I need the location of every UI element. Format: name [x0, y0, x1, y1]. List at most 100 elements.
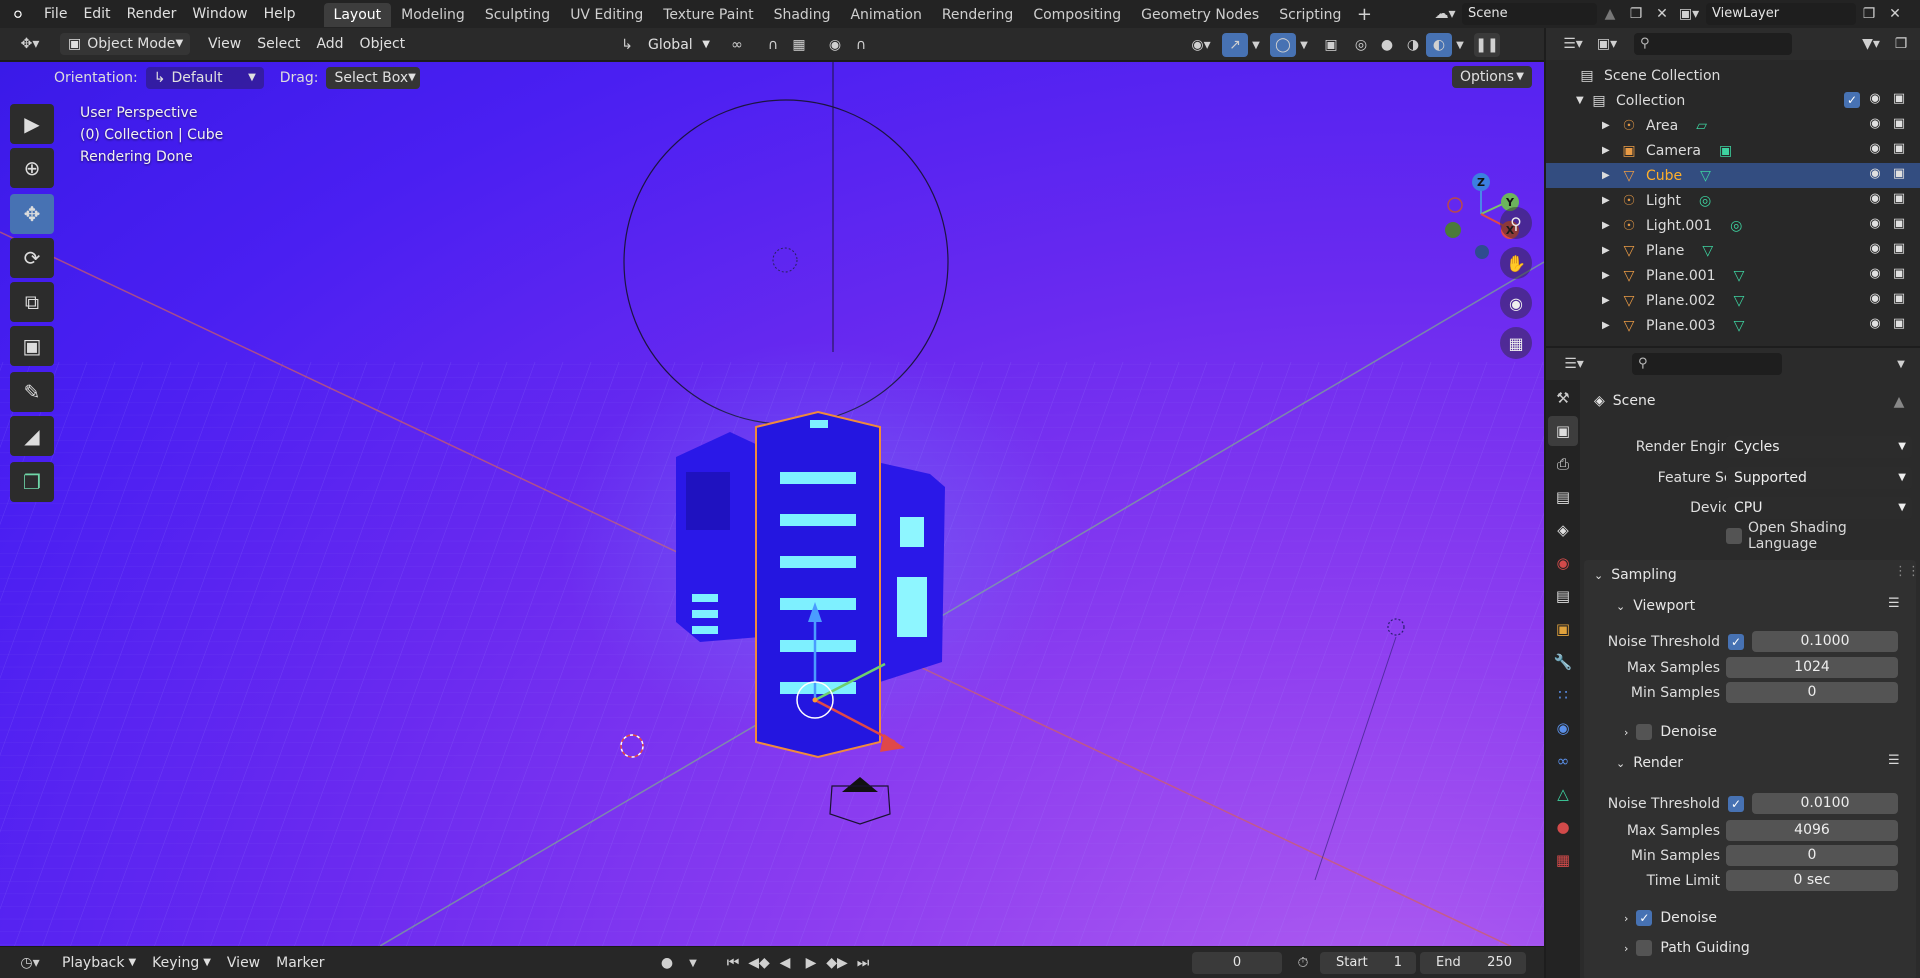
scene-collection-row[interactable]: ▤ Scene Collection: [1546, 63, 1920, 88]
osl-checkbox[interactable]: [1726, 528, 1742, 544]
filter-icon[interactable]: ▼▾: [1854, 32, 1888, 56]
keying-menu[interactable]: Keying ▼: [144, 952, 219, 974]
render-camera-icon[interactable]: ▣: [1890, 166, 1908, 184]
tab-uv-editing[interactable]: UV Editing: [560, 3, 653, 27]
zoom-icon[interactable]: ⚲: [1500, 207, 1532, 239]
feature-set-dropdown[interactable]: Supported ▼: [1726, 467, 1912, 489]
playback-menu[interactable]: Playback ▼: [54, 952, 144, 974]
outliner-item[interactable]: ▶ ▽ Cube ▽ ◉ ▣: [1546, 163, 1920, 188]
expand-arrow-icon[interactable]: ▶: [1602, 145, 1620, 156]
render-camera-icon[interactable]: ▣: [1890, 291, 1908, 309]
view-layer-field[interactable]: ViewLayer: [1706, 3, 1856, 25]
mesh-data-icon[interactable]: ▽: [1734, 268, 1745, 284]
rendered-shading-icon[interactable]: ◐: [1426, 33, 1452, 57]
jump-start-icon[interactable]: ⏮: [720, 951, 746, 975]
render-denoise-header[interactable]: › ✓ Denoise: [1624, 905, 1717, 931]
eye-icon[interactable]: ◉: [1866, 291, 1884, 309]
view-layer-selector-icon[interactable]: ▣▾: [1672, 2, 1706, 26]
timeline-view-menu[interactable]: View: [219, 952, 268, 974]
play-reverse-icon[interactable]: ◀: [772, 951, 798, 975]
mesh-data-icon[interactable]: ▽: [1734, 293, 1745, 309]
expand-arrow-icon[interactable]: ▶: [1602, 270, 1620, 281]
render-camera-icon[interactable]: ▣: [1890, 266, 1908, 284]
eye-icon[interactable]: ◉: [1866, 191, 1884, 209]
viewport-noise-threshold-field[interactable]: 0.1000: [1752, 631, 1898, 652]
3d-viewport[interactable]: Z Y X Orientation: ↳ Default ▼ Drag: Sel…: [0, 62, 1544, 946]
expand-arrow-icon[interactable]: ▶: [1602, 295, 1620, 306]
add-cube-tool-icon[interactable]: ❐: [10, 462, 54, 502]
object-tab-icon[interactable]: ▣: [1548, 614, 1578, 644]
proportional-editing-icon[interactable]: ◉: [822, 33, 848, 57]
snap-icon[interactable]: ∩: [760, 33, 786, 57]
outliner-item[interactable]: ▶ ☉ Area ▱ ◉ ▣: [1546, 113, 1920, 138]
options-dropdown[interactable]: Options ▼: [1452, 66, 1532, 88]
tab-sculpting[interactable]: Sculpting: [475, 3, 560, 27]
tab-layout[interactable]: Layout: [323, 3, 392, 27]
material-shading-icon[interactable]: ◑: [1400, 33, 1426, 57]
eye-icon[interactable]: ◉: [1866, 166, 1884, 184]
render-subpanel-header[interactable]: ⌄ Render: [1616, 750, 1683, 776]
overlays-dropdown-icon[interactable]: ▼: [1296, 33, 1312, 57]
nav-gizmo-neg-y-ball[interactable]: [1445, 222, 1461, 238]
menu-select[interactable]: Select: [249, 33, 308, 55]
eye-icon[interactable]: ◉: [1866, 91, 1884, 109]
viewport-denoise-header[interactable]: › Denoise: [1624, 719, 1717, 745]
output-tab-icon[interactable]: ⎙: [1548, 449, 1578, 479]
tab-animation[interactable]: Animation: [840, 3, 931, 27]
path-guiding-checkbox[interactable]: [1636, 940, 1653, 956]
tool-tab-icon[interactable]: ⚒: [1548, 383, 1578, 413]
collection-row[interactable]: ▼ ▤ Collection ✓ ◉ ▣: [1546, 88, 1920, 113]
tab-geometry-nodes[interactable]: Geometry Nodes: [1131, 3, 1269, 27]
current-frame-field[interactable]: 0: [1192, 952, 1282, 974]
drag-dropdown[interactable]: Select Box ▼: [326, 67, 421, 89]
rotate-tool-icon[interactable]: ⟳: [10, 238, 54, 278]
eye-icon[interactable]: ◉: [1866, 241, 1884, 259]
viewport-max-samples-field[interactable]: 1024: [1726, 657, 1898, 678]
render-camera-icon[interactable]: ▣: [1890, 141, 1908, 159]
eye-icon[interactable]: ◉: [1866, 316, 1884, 334]
gizmo-dropdown-icon[interactable]: ▼: [1248, 33, 1264, 57]
menu-window[interactable]: Window: [184, 0, 255, 28]
pin-icon[interactable]: ▲: [1886, 390, 1912, 414]
nav-gizmo-neg-z-ball[interactable]: [1475, 245, 1489, 259]
mesh-data-icon[interactable]: ▽: [1702, 243, 1713, 259]
expand-arrow-icon[interactable]: ▶: [1602, 170, 1620, 181]
menu-view[interactable]: View: [200, 33, 249, 55]
render-camera-icon[interactable]: ▣: [1890, 316, 1908, 334]
eye-icon[interactable]: ◉: [1866, 216, 1884, 234]
solid-shading-icon[interactable]: ●: [1374, 33, 1400, 57]
end-frame-field[interactable]: End 250: [1420, 952, 1526, 974]
viewport-subpanel-header[interactable]: ⌄ Viewport: [1616, 593, 1695, 619]
next-keyframe-icon[interactable]: ◆▶: [824, 951, 850, 975]
add-workspace-icon[interactable]: +: [1351, 2, 1377, 26]
expand-arrow-icon[interactable]: ▶: [1602, 195, 1620, 206]
viewport-presets-icon[interactable]: ☰: [1888, 596, 1900, 611]
world-tab-icon[interactable]: ◉: [1548, 548, 1578, 578]
render-noise-threshold-field[interactable]: 0.0100: [1752, 793, 1898, 814]
pivot-point-icon[interactable]: ∞: [724, 33, 750, 57]
eye-icon[interactable]: ◉: [1866, 116, 1884, 134]
expand-arrow-icon[interactable]: ▶: [1602, 245, 1620, 256]
outliner-item[interactable]: ▶ ▽ Plane ▽ ◉ ▣: [1546, 238, 1920, 263]
texture-tab-icon[interactable]: ▦: [1548, 845, 1578, 875]
new-scene-icon[interactable]: ❐: [1623, 2, 1649, 26]
outliner-item[interactable]: ▶ ▽ Plane.001 ▽ ◉ ▣: [1546, 263, 1920, 288]
properties-options-icon[interactable]: ▼: [1888, 352, 1914, 376]
nav-gizmo-neg-x-ball[interactable]: [1447, 197, 1463, 213]
render-engine-dropdown[interactable]: Cycles ▼: [1726, 436, 1912, 458]
render-denoise-checkbox[interactable]: ✓: [1636, 910, 1653, 926]
cursor-tool-icon[interactable]: ⊕: [10, 148, 54, 188]
expand-arrow-icon[interactable]: ▶: [1602, 220, 1620, 231]
display-mode-icon[interactable]: ▣▾: [1590, 32, 1624, 56]
tab-scripting[interactable]: Scripting: [1269, 3, 1351, 27]
view-layer-tab-icon[interactable]: ▤: [1548, 482, 1578, 512]
overlays-toggle-icon[interactable]: ◯: [1270, 33, 1296, 57]
tab-compositing[interactable]: Compositing: [1023, 3, 1131, 27]
collection-exclude-checkbox[interactable]: ✓: [1844, 92, 1860, 108]
new-view-layer-icon[interactable]: ❐: [1856, 2, 1882, 26]
eye-icon[interactable]: ◉: [1866, 141, 1884, 159]
timeline-editor-type-icon[interactable]: ◷▾: [12, 951, 48, 975]
properties-search-input[interactable]: ⚲: [1632, 353, 1782, 375]
xray-toggle-icon[interactable]: ▣: [1318, 33, 1344, 57]
outliner-item[interactable]: ▶ ▣ Camera ▣ ◉ ▣: [1546, 138, 1920, 163]
